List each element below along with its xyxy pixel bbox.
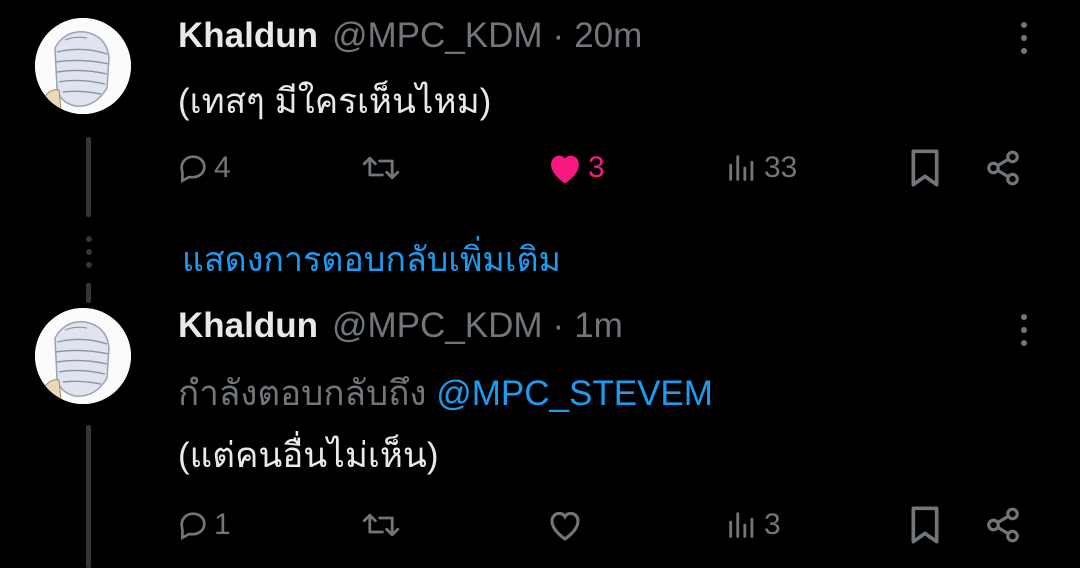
tweet-text: (แต่คนอื่นไม่เห็น): [178, 436, 439, 475]
action-bar: 1 3: [0, 500, 1080, 550]
share-button[interactable]: [984, 500, 1022, 550]
share-icon: [987, 507, 1019, 543]
replying-to-label: กำลังตอบกลับถึง: [178, 374, 427, 413]
retweet-button[interactable]: [360, 500, 406, 550]
user-handle[interactable]: @MPC_KDM: [332, 306, 543, 346]
views-button[interactable]: 3: [724, 500, 781, 550]
heart-outline-icon: [550, 511, 580, 541]
views-button[interactable]: 33: [724, 143, 797, 193]
separator: ·: [552, 306, 565, 345]
action-bar: 4 3 33: [0, 143, 1080, 193]
avatar[interactable]: [35, 308, 131, 404]
timestamp[interactable]: 20m: [574, 16, 642, 56]
view-count: 3: [764, 508, 781, 541]
display-name[interactable]: Khaldun: [178, 16, 318, 56]
like-count: 3: [588, 151, 605, 184]
analytics-icon: [729, 155, 754, 181]
bookmark-icon: [911, 506, 939, 544]
more-options-icon[interactable]: [1015, 310, 1033, 350]
user-handle[interactable]: @MPC_KDM: [332, 16, 543, 56]
avatar[interactable]: [35, 18, 131, 114]
tweet[interactable]: Khaldun @MPC_KDM · 1m กำลังตอบกลับถึง @M…: [0, 300, 1080, 568]
share-icon: [987, 150, 1019, 186]
like-button[interactable]: 3: [546, 143, 605, 193]
like-button[interactable]: [546, 500, 588, 550]
tweet-header: Khaldun @MPC_KDM · 1m: [178, 306, 623, 346]
reply-icon: [180, 155, 206, 184]
more-options-icon[interactable]: [1015, 18, 1033, 58]
reply-icon: [180, 512, 206, 541]
separator: ·: [552, 16, 565, 55]
mention-link[interactable]: @MPC_STEVEM: [436, 374, 713, 413]
reply-count: 4: [214, 151, 231, 184]
bookmark-button[interactable]: [908, 143, 942, 193]
bookmark-button[interactable]: [908, 500, 942, 550]
share-button[interactable]: [984, 143, 1022, 193]
display-name[interactable]: Khaldun: [178, 306, 318, 346]
heart-filled-icon: [551, 155, 579, 184]
show-more-replies-link[interactable]: แสดงการตอบกลับเพิ่มเติม: [182, 232, 561, 286]
reply-count: 1: [214, 508, 231, 541]
replying-to: กำลังตอบกลับถึง @MPC_STEVEM: [178, 366, 713, 421]
tweet-text: (เทสๆ มีใครเห็นไหม): [178, 82, 492, 121]
tweet[interactable]: Khaldun @MPC_KDM · 20m (เทสๆ มีใครเห็นไห…: [0, 0, 1080, 220]
bookmark-icon: [911, 149, 939, 187]
tweet-header: Khaldun @MPC_KDM · 20m: [178, 16, 642, 56]
retweet-icon: [362, 513, 400, 537]
retweet-icon: [362, 156, 400, 180]
retweet-button[interactable]: [360, 143, 406, 193]
thread-ellipsis: [84, 232, 94, 272]
reply-button[interactable]: 1: [176, 500, 231, 550]
analytics-icon: [729, 512, 754, 538]
reply-button[interactable]: 4: [176, 143, 231, 193]
timestamp[interactable]: 1m: [574, 306, 623, 346]
view-count: 33: [764, 151, 798, 184]
